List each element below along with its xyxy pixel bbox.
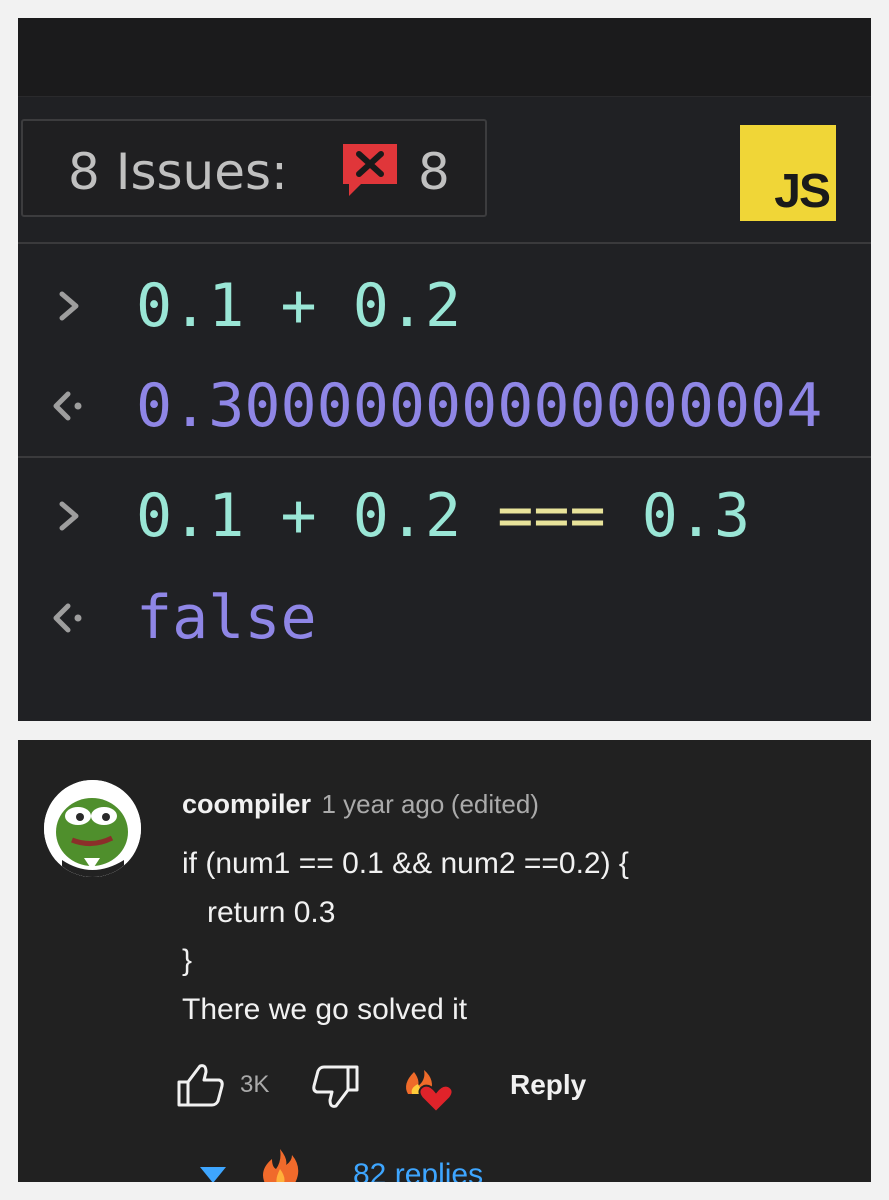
comment-line: return 0.3 (182, 895, 336, 929)
user-avatar[interactable] (44, 780, 141, 877)
author-name[interactable]: coompiler (182, 789, 311, 819)
toolbar-divider (18, 242, 871, 244)
strict-equals-operator: === (497, 481, 606, 551)
console-input-expression: 0.1 + 0.2 === 0.3 (136, 476, 750, 556)
replies-count-link: 82 replies (353, 1158, 484, 1182)
javascript-logo: JS (740, 125, 836, 221)
triangle-down-icon (200, 1167, 226, 1182)
like-count: 3K (240, 1071, 270, 1098)
console-result-row: 0.30000000000000004 (18, 366, 871, 446)
edited-label: (edited) (450, 789, 539, 819)
creator-heart-icon (406, 1070, 454, 1114)
expression-left: 0.1 + 0.2 (136, 481, 498, 551)
js-badge-label: JS (774, 165, 831, 218)
comment-header: coompiler 1 year ago (edited) (182, 788, 539, 820)
console-top-bar (18, 18, 871, 96)
comment-line: } (182, 944, 193, 977)
fire-avatar-icon (263, 1149, 299, 1182)
console-input-row: 0.1 + 0.2 === 0.3 (18, 476, 871, 556)
issues-label: 8 Issues: (68, 143, 288, 201)
comment-card: coompiler 1 year ago (edited) if (num1 =… (18, 740, 871, 1182)
console-result-row: false (18, 578, 871, 658)
chevron-right-icon (59, 501, 79, 531)
reply-button[interactable]: Reply (510, 1067, 586, 1103)
thumbs-down-icon[interactable] (310, 1064, 360, 1110)
view-replies-button[interactable]: 82 replies (18, 1145, 871, 1182)
chevron-right-icon (59, 291, 79, 321)
console-input-text: 0.1 + 0.2 (136, 271, 462, 341)
console-result-text: false (136, 583, 317, 653)
comment-time[interactable]: 1 year ago (321, 789, 444, 819)
comment-body: if (num1 == 0.1 && num2 ==0.2) { return … (182, 840, 852, 1034)
console-result-text: 0.30000000000000004 (136, 371, 823, 441)
return-arrow-icon (53, 391, 82, 421)
entry-divider (18, 456, 871, 458)
comment-line: There we go solved it (182, 992, 468, 1026)
thumbs-up-icon[interactable] (176, 1062, 226, 1108)
return-arrow-icon (53, 603, 82, 633)
error-flag-icon (343, 144, 397, 196)
console-input-row: 0.1 + 0.2 (18, 266, 871, 346)
issue-count: 8 (418, 143, 450, 201)
devtools-console: 8 Issues: 8 JS 0.1 + 0.2 0.3000000000000… (18, 18, 871, 721)
expression-right: 0.3 (605, 481, 751, 551)
comment-line: if (num1 == 0.1 && num2 ==0.2) { (182, 847, 629, 880)
